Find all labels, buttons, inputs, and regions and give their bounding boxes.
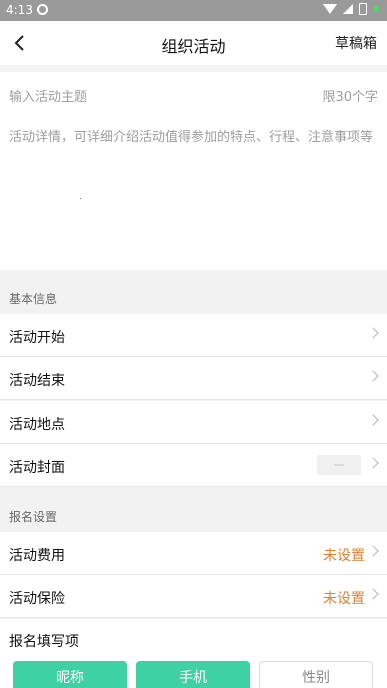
wifi-icon xyxy=(323,4,337,14)
chevron-right-icon xyxy=(367,327,379,339)
chevron-right-icon xyxy=(367,370,379,382)
row-label: 活动地点 xyxy=(9,417,65,433)
row-value: 未设置 xyxy=(323,591,365,607)
signup-fields-title: 报名填写项 xyxy=(9,634,79,650)
status-bar: 4:13 xyxy=(0,0,387,21)
status-time: 4:13 xyxy=(6,3,33,17)
row-label: 活动结束 xyxy=(9,373,65,389)
section-title: 报名设置 xyxy=(9,510,58,524)
subject-limit: 限30个字 xyxy=(322,90,378,105)
row-value: 未设置 xyxy=(323,548,365,564)
signup-fields: 报名填写项 昵称 手机 性别 xyxy=(0,619,387,688)
compose-area: 输入活动主题 限30个字 活动详情，可详细介绍活动值得参加的特点、行程、注意事项… xyxy=(0,72,387,270)
chevron-right-icon xyxy=(367,588,379,600)
battery-icon xyxy=(359,3,367,15)
app-header: 组织活动 草稿箱 xyxy=(0,21,387,65)
text-cursor xyxy=(80,198,81,199)
row-activity-start[interactable]: 活动开始 xyxy=(0,314,387,357)
section-title: 基本信息 xyxy=(9,292,58,306)
row-label: 活动开始 xyxy=(9,330,65,346)
row-activity-location[interactable]: 活动地点 xyxy=(0,401,387,444)
detail-textarea[interactable]: 活动详情，可详细介绍活动值得参加的特点、行程、注意事项等 xyxy=(9,128,375,147)
divider xyxy=(0,65,387,72)
section-signup-settings: 报名设置 xyxy=(0,488,387,532)
field-chip-phone[interactable]: 手机 xyxy=(136,661,250,688)
notification-dot-icon xyxy=(373,6,379,12)
row-activity-insurance[interactable]: 活动保险 未设置 xyxy=(0,575,387,618)
drafts-button[interactable]: 草稿箱 xyxy=(335,33,377,53)
sync-icon xyxy=(37,4,48,15)
subject-placeholder: 输入活动主题 xyxy=(9,90,88,105)
row-activity-fee[interactable]: 活动费用 未设置 xyxy=(0,532,387,575)
subject-input[interactable]: 输入活动主题 限30个字 xyxy=(0,72,387,118)
row-activity-end[interactable]: 活动结束 xyxy=(0,357,387,400)
cover-image-placeholder xyxy=(317,455,361,475)
row-activity-cover[interactable]: 活动封面 xyxy=(0,444,387,487)
section-basic-info: 基本信息 xyxy=(0,270,387,314)
chevron-right-icon xyxy=(367,457,379,469)
page-title: 组织活动 xyxy=(161,37,226,56)
row-label: 活动费用 xyxy=(9,548,65,564)
row-label: 活动保险 xyxy=(9,591,65,607)
status-icons xyxy=(323,3,379,15)
chevron-right-icon xyxy=(367,414,379,426)
chevron-right-icon xyxy=(367,545,379,557)
signal-icon xyxy=(343,4,353,14)
row-label: 活动封面 xyxy=(9,460,65,476)
field-chip-nickname[interactable]: 昵称 xyxy=(13,661,127,688)
field-chip-gender[interactable]: 性别 xyxy=(259,661,373,688)
